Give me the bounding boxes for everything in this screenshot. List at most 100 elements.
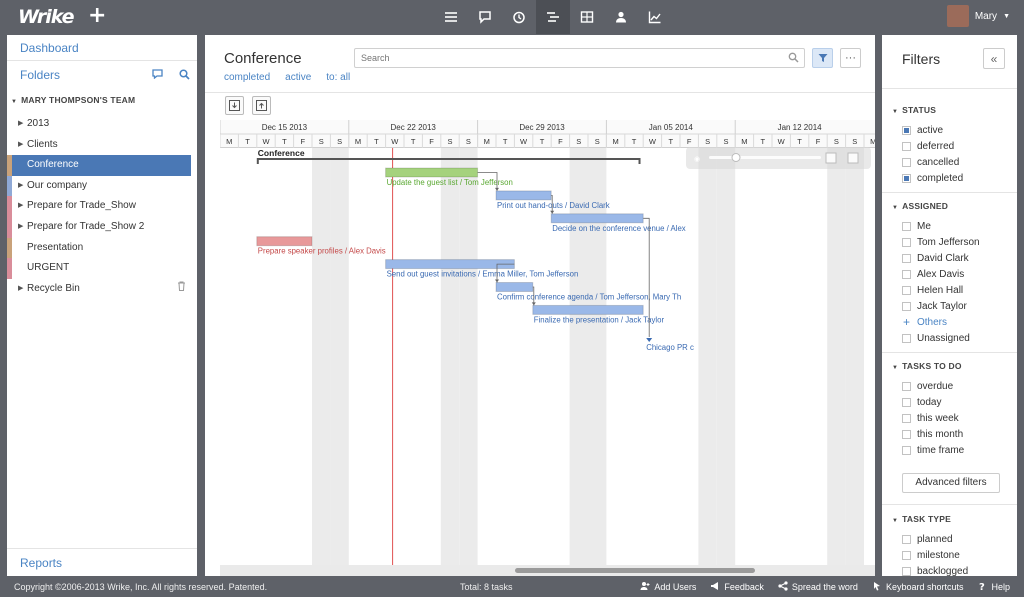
add-new-button[interactable]: + — [88, 3, 106, 28]
checkbox[interactable] — [902, 269, 911, 279]
gantt-chart[interactable]: Dec 15 2013 Dec 22 2013 Dec 29 2013 Jan 05 … — [220, 120, 875, 565]
filter-option[interactable]: today — [902, 395, 941, 409]
filter-option[interactable]: Me — [902, 219, 931, 233]
export-down-button[interactable] — [225, 96, 244, 115]
checkbox[interactable] — [902, 429, 911, 439]
task-bar[interactable] — [532, 304, 644, 315]
team-header[interactable]: ▼ MARY THOMPSON'S TEAM — [11, 95, 135, 105]
filter-option[interactable]: this month — [902, 427, 963, 441]
folder-item[interactable]: Conference — [7, 155, 191, 176]
checkbox[interactable] — [902, 301, 911, 311]
folder-item[interactable]: ▶ Our company — [7, 175, 197, 197]
expand-arrow-icon[interactable]: ▶ — [18, 217, 23, 238]
stream-view-button[interactable] — [468, 0, 502, 34]
footer-link[interactable]: Keyboard shortcuts — [872, 581, 963, 593]
filter-option[interactable]: cancelled — [902, 155, 959, 169]
checkbox[interactable] — [902, 237, 911, 247]
checkbox[interactable] — [902, 534, 911, 544]
search-icon[interactable] — [788, 52, 799, 63]
filter-option[interactable]: backlogged — [902, 564, 968, 576]
filter-option[interactable]: active — [902, 123, 943, 137]
filter-option[interactable]: Jack Taylor — [902, 299, 967, 313]
checkbox[interactable] — [902, 141, 911, 151]
filter-option[interactable]: Tom Jefferson — [902, 235, 980, 249]
folder-item[interactable]: Presentation — [7, 237, 197, 259]
filter-section-header[interactable]: ▼ STATUS — [892, 105, 936, 115]
filter-option[interactable]: overdue — [902, 379, 953, 393]
task-bar[interactable] — [256, 236, 313, 247]
task-label[interactable]: Print out hand-outs / David Clark — [497, 201, 610, 210]
folder-item[interactable]: ▶ 2013 — [7, 114, 197, 135]
folder-item[interactable]: ▶ Clients — [7, 135, 197, 156]
expand-arrow-icon[interactable]: ▶ — [18, 279, 23, 300]
task-bar[interactable] — [550, 213, 644, 224]
zoom-fit-icon[interactable] — [825, 152, 837, 164]
filter-option[interactable]: this week — [902, 411, 959, 425]
list-view-button[interactable] — [434, 0, 468, 34]
trash-icon[interactable] — [177, 279, 186, 300]
footer-link[interactable]: Add Users — [640, 581, 696, 593]
reports-link[interactable]: Reports — [20, 556, 62, 570]
filter-option[interactable]: milestone — [902, 548, 960, 562]
filter-section-header[interactable]: ▼ TASKS TO DO — [892, 361, 962, 371]
others-link[interactable]: + Others — [902, 315, 947, 329]
folder-item[interactable]: ▶ Prepare for Trade_Show — [7, 196, 197, 217]
filter-option[interactable]: Helen Hall — [902, 283, 963, 297]
dashboard-link[interactable]: Dashboard — [20, 41, 79, 55]
folder-item[interactable]: ▶ Prepare for Trade_Show 2 — [7, 216, 197, 238]
footer-link[interactable]: ? Help — [977, 581, 1010, 593]
checkbox[interactable] — [902, 253, 911, 263]
checkbox[interactable] — [902, 413, 911, 423]
milestone-label[interactable]: Chicago PR c — [646, 343, 694, 352]
task-label[interactable]: Finalize the presentation / Jack Taylor — [534, 315, 665, 324]
filter-option[interactable]: deferred — [902, 139, 954, 153]
expand-arrow-icon[interactable]: ▶ — [18, 196, 23, 217]
zoom-slider-track[interactable] — [709, 156, 821, 159]
task-bar[interactable] — [385, 259, 515, 270]
checkbox[interactable] — [902, 333, 911, 343]
task-label[interactable]: Confirm conference agenda / Tom Jefferso… — [497, 293, 681, 302]
task-label[interactable]: Send out guest invitations / Emma Miller… — [387, 270, 579, 279]
task-label[interactable]: Decide on the conference venue / Alex — [552, 224, 686, 233]
wrike-logo[interactable]: Wrike — [18, 6, 75, 28]
checkbox[interactable] — [902, 221, 911, 231]
advanced-filters-button[interactable]: Advanced filters — [902, 473, 1000, 493]
filter-section-header[interactable]: ▼ ASSIGNED — [892, 201, 948, 211]
filter-section-header[interactable]: ▼ TASK TYPE — [892, 514, 951, 524]
expand-arrow-icon[interactable]: ▶ — [18, 114, 23, 135]
subfilter-completed[interactable]: completed — [224, 72, 270, 83]
user-menu[interactable]: Mary ▼ — [946, 5, 1010, 27]
folder-item[interactable]: URGENT — [7, 258, 197, 279]
task-bar[interactable] — [495, 190, 552, 201]
checkbox[interactable] — [902, 550, 911, 560]
filter-option[interactable]: planned — [902, 532, 953, 546]
zoom-fullscreen-icon[interactable] — [847, 152, 859, 164]
task-label[interactable]: Update the guest list / Tom Jefferson — [387, 178, 513, 187]
task-label[interactable]: Prepare speaker profiles / Alex Davis — [258, 247, 386, 256]
zoom-home-icon[interactable]: ◉ — [694, 156, 700, 163]
horizontal-scrollbar[interactable] — [220, 565, 875, 576]
checkbox[interactable] — [902, 157, 911, 167]
chat-icon[interactable] — [152, 69, 163, 79]
timelog-view-button[interactable] — [502, 0, 536, 34]
reports-view-button[interactable] — [638, 0, 672, 34]
table-view-button[interactable] — [570, 0, 604, 34]
task-bar[interactable] — [385, 167, 479, 178]
filter-option[interactable]: time frame — [902, 443, 964, 457]
subfilter-active[interactable]: active — [285, 72, 311, 83]
folder-item[interactable]: ▶ Recycle Bin — [7, 279, 197, 300]
footer-link[interactable]: Spread the word — [778, 581, 858, 593]
checkbox[interactable] — [902, 285, 911, 295]
scrollbar-thumb[interactable] — [515, 568, 755, 573]
search-input[interactable] — [355, 49, 775, 67]
milestone-flag-icon[interactable] — [646, 338, 653, 342]
filter-option[interactable]: completed — [902, 171, 963, 185]
timeline-view-button[interactable] — [536, 0, 570, 34]
expand-arrow-icon[interactable]: ▶ — [18, 176, 23, 197]
more-button[interactable]: ··· — [840, 48, 861, 68]
subfilter-assignee[interactable]: to: all — [326, 72, 350, 83]
checkbox[interactable] — [902, 173, 911, 183]
checkbox[interactable] — [902, 397, 911, 407]
checkbox[interactable] — [902, 381, 911, 391]
export-up-button[interactable] — [252, 96, 271, 115]
